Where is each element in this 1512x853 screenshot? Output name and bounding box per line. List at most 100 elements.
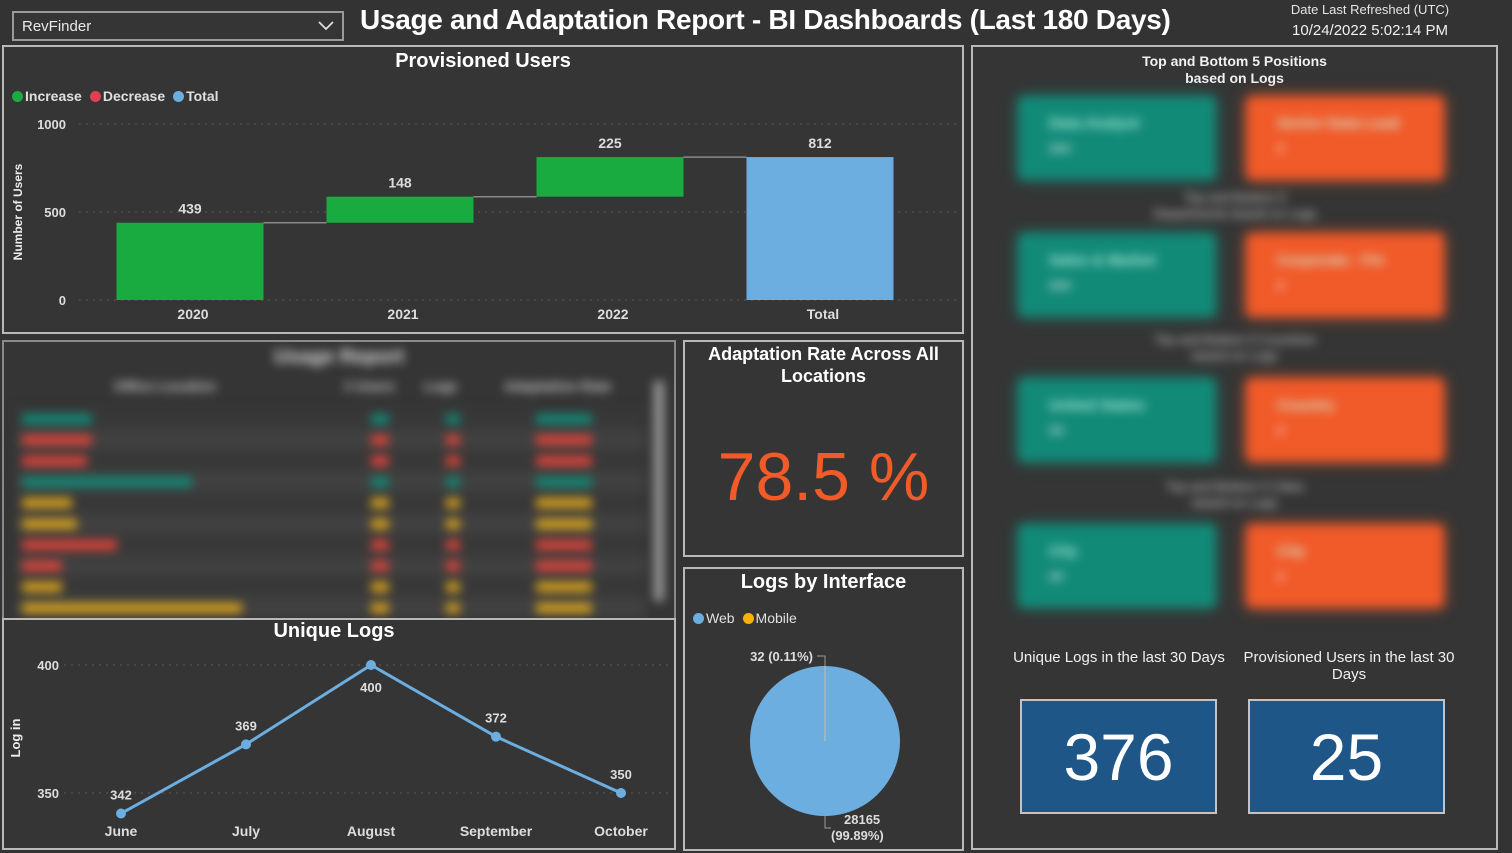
usage-report-table: Usage Report Office Location # Users Logs A…	[4, 342, 674, 618]
table-cell	[536, 414, 592, 424]
leader-line	[817, 655, 826, 666]
data-point	[616, 788, 626, 798]
table-cell	[536, 603, 592, 613]
table-cell	[536, 540, 592, 550]
refresh-label: Date Last Refreshed (UTC)	[1290, 2, 1450, 17]
table-cell	[371, 414, 389, 424]
table-cell	[536, 477, 592, 487]
table-row[interactable]	[16, 492, 646, 513]
data-label: 439	[178, 201, 202, 217]
table-cell	[536, 498, 592, 508]
y-axis-label: Log in	[8, 718, 23, 757]
table-cell	[22, 540, 117, 550]
x-tick-label: September	[460, 823, 533, 839]
bar-2021	[326, 196, 474, 223]
table-cell	[22, 477, 192, 487]
bottom-department-tile[interactable]: Corporate - Fin #	[1247, 234, 1443, 316]
table-row[interactable]	[16, 576, 646, 597]
table-cell	[22, 519, 77, 529]
table-cell	[22, 498, 72, 508]
provisioned-users-30d-label: Provisioned Users in the last 30 Days	[1243, 649, 1455, 683]
data-label: 148	[388, 175, 412, 191]
table-cell	[371, 456, 389, 466]
location-slicer-dropdown[interactable]: RevFinder	[12, 11, 344, 41]
bar-2022	[536, 157, 684, 197]
table-cell	[22, 582, 62, 592]
data-label: 812	[808, 135, 832, 151]
table-cell	[446, 477, 460, 487]
data-point	[491, 731, 501, 742]
unique-logs-panel: Unique Logs 350 400 Log in 342 June 369 July 40…	[2, 618, 676, 850]
y-axis-label: Number of Users	[11, 163, 25, 260]
adaptation-rate-card: Adaptation Rate Across All Locations 78.…	[683, 340, 964, 557]
unique-logs-30d-card: 376	[1020, 699, 1217, 814]
column-header[interactable]: Logs	[424, 378, 457, 394]
table-cell	[371, 498, 389, 508]
x-tick-label: 2020	[177, 306, 208, 322]
table-cell	[446, 456, 460, 466]
column-header[interactable]: Adaptation Rate	[504, 378, 611, 394]
logs-by-interface-chart: 32 (0.11%) 28165(99.89%)	[750, 649, 901, 843]
table-cell	[536, 582, 592, 592]
adaptation-rate-title: Adaptation Rate Across All Locations	[708, 344, 939, 386]
top-bottom-panel: Top and Bottom 5 Positions based on Logs…	[971, 45, 1498, 850]
x-tick-label: 2022	[597, 306, 628, 322]
leader-line	[824, 816, 831, 829]
table-row[interactable]	[16, 429, 646, 450]
bottom-position-tile[interactable]: Senior Data Lead #	[1247, 97, 1443, 179]
table-row[interactable]	[16, 534, 646, 555]
usage-report-scrollbar[interactable]	[654, 380, 664, 602]
bar-total	[746, 157, 894, 300]
bottom-country-tile[interactable]: Country #	[1247, 379, 1443, 461]
table-cell	[536, 435, 592, 445]
table-cell	[22, 561, 62, 571]
unique-logs-chart: 350 400 Log in 342 June 369 July 400 August 372 Se…	[8, 658, 672, 839]
table-cell	[446, 519, 460, 529]
data-label: 225	[598, 135, 622, 151]
usage-report-panel: Usage Report Office Location # Users Logs A…	[2, 340, 676, 620]
top-city-tile[interactable]: City ##	[1019, 525, 1215, 607]
chevron-down-icon	[318, 21, 334, 31]
table-cell	[446, 561, 460, 571]
table-cell	[446, 498, 460, 508]
table-cell	[371, 582, 389, 592]
table-row[interactable]	[16, 513, 646, 534]
data-label: 400	[360, 680, 382, 695]
top-department-tile[interactable]: Sales & Market ###	[1019, 234, 1215, 316]
adaptation-rate-value: 78.5 %	[717, 439, 930, 515]
page-title: Usage and Adaptation Report - BI Dashboa…	[360, 4, 1171, 35]
y-tick-label: 0	[59, 293, 66, 308]
table-cell	[22, 603, 242, 613]
table-cell	[446, 414, 460, 424]
x-tick-label: Total	[807, 306, 839, 322]
table-cell	[371, 519, 389, 529]
table-row[interactable]	[16, 450, 646, 471]
provisioned-users-chart: 0 500 1000 Number of Users 439 2020 148 2021 225…	[11, 117, 959, 322]
y-tick-label: 400	[37, 658, 59, 673]
table-row[interactable]	[16, 408, 646, 429]
table-cell	[22, 456, 87, 466]
bottom-city-tile[interactable]: City #	[1247, 525, 1443, 607]
top-position-tile[interactable]: Data Analyst ###	[1019, 97, 1215, 179]
unique-logs-30d-label: Unique Logs in the last 30 Days	[1013, 649, 1225, 666]
table-row[interactable]	[16, 597, 646, 618]
data-label: 369	[235, 718, 257, 733]
table-row[interactable]	[16, 471, 646, 492]
column-header[interactable]: # Users	[344, 378, 395, 394]
x-tick-label: June	[105, 823, 138, 839]
table-cell	[446, 540, 460, 550]
top-country-tile[interactable]: United States ##	[1019, 379, 1215, 461]
usage-report-title: Usage Report	[273, 346, 405, 368]
pie-label-web-value: 28165	[844, 812, 880, 827]
y-tick-label: 350	[37, 786, 59, 801]
slicer-selected-value: RevFinder	[22, 17, 92, 35]
pie-label-mobile: 32 (0.11%)	[750, 649, 813, 664]
logs-by-interface-panel: Logs by Interface Web Mobile 32 (0.11%) 2…	[683, 567, 964, 851]
data-label: 342	[110, 787, 132, 802]
table-row[interactable]	[16, 555, 646, 576]
data-point	[241, 739, 251, 750]
table-cell	[371, 561, 389, 571]
table-cell	[22, 435, 92, 445]
table-cell	[536, 456, 592, 466]
column-header[interactable]: Office Location	[114, 378, 216, 394]
